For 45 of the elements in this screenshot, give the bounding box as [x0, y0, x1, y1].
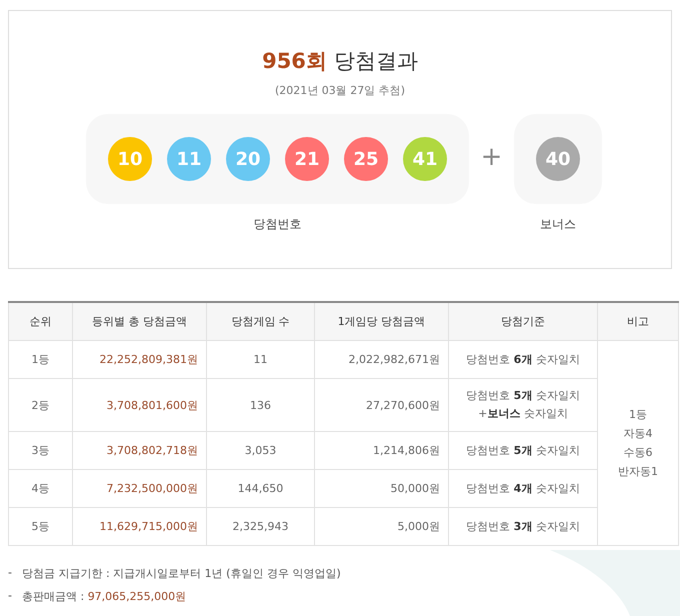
column-header: 당첨기준: [448, 302, 598, 340]
winner-count-cell: 136: [206, 378, 314, 432]
bonus-label: 보너스: [540, 216, 576, 233]
total-prize-cell: 11,629,715,000원: [72, 508, 206, 546]
bullet-dash: -: [8, 566, 12, 581]
number-ball: 10: [108, 137, 152, 181]
total-prize-cell: 22,252,809,381원: [72, 340, 206, 378]
bullet-dash: -: [8, 589, 12, 604]
winner-count-cell: 3,053: [206, 432, 314, 470]
number-ball: 11: [167, 137, 211, 181]
winning-numbers-label: 당첨번호: [254, 216, 302, 233]
plus-sign: +: [480, 142, 504, 172]
per-game-prize-cell: 2,022,982,671원: [314, 340, 448, 378]
note-cell: 1등 자동4 수동6 반자동1: [598, 340, 678, 546]
rank-cell: 1등: [8, 340, 72, 378]
rank-cell: 4등: [8, 470, 72, 508]
result-title: 당첨결과: [334, 48, 418, 75]
number-ball: 40: [536, 137, 580, 181]
winner-count-cell: 2,325,943: [206, 508, 314, 546]
per-game-prize-cell: 5,000원: [314, 508, 448, 546]
total-prize-cell: 3,708,802,718원: [72, 432, 206, 470]
number-ball: 21: [285, 137, 329, 181]
number-ball: 20: [226, 137, 270, 181]
column-header: 비고: [598, 302, 678, 340]
rank-cell: 3등: [8, 432, 72, 470]
criteria-cell: 당첨번호 6개 숫자일치: [448, 340, 598, 378]
column-header: 순위: [8, 302, 72, 340]
rank-cell: 5등: [8, 508, 72, 546]
per-game-prize-cell: 27,270,600원: [314, 378, 448, 432]
total-prize-cell: 3,708,801,600원: [72, 378, 206, 432]
per-game-prize-cell: 1,214,806원: [314, 432, 448, 470]
column-header: 당첨게임 수: [206, 302, 314, 340]
draw-date: (2021년 03월 27일 추첨): [274, 83, 406, 98]
column-header: 1게임당 당첨금액: [314, 302, 448, 340]
total-prize-cell: 7,232,500,000원: [72, 470, 206, 508]
round-number: 956회: [262, 48, 327, 75]
per-game-prize-cell: 50,000원: [314, 470, 448, 508]
number-ball: 25: [344, 137, 388, 181]
number-ball: 41: [403, 137, 447, 181]
winner-count-cell: 144,650: [206, 470, 314, 508]
note-text: 총판매금액 : 97,065,255,000원: [22, 589, 186, 604]
note-text: 당첨금 지급기한 : 지급개시일로부터 1년 (휴일인 경우 익영업일): [22, 566, 341, 581]
winner-count-cell: 11: [206, 340, 314, 378]
rank-cell: 2등: [8, 378, 72, 432]
column-header: 등위별 총 당첨금액: [72, 302, 206, 340]
